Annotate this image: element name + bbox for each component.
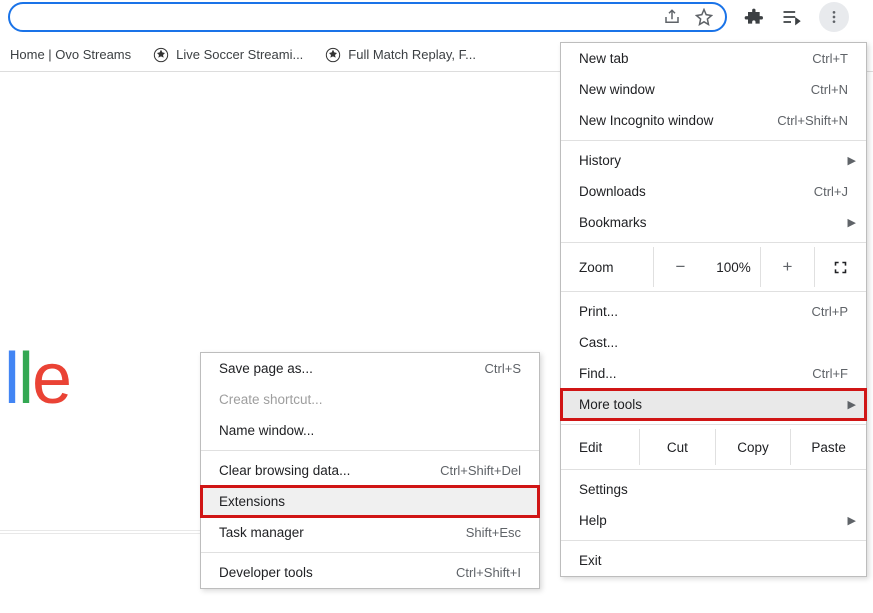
share-icon[interactable] [663,8,681,26]
menu-separator [561,242,866,243]
more-button[interactable] [819,2,849,32]
zoom-in-button[interactable]: + [760,247,814,287]
copy-button[interactable]: Copy [715,429,791,465]
menu-new-window[interactable]: New windowCtrl+N [561,74,866,105]
menu-help[interactable]: Help▶ [561,505,866,536]
bookmark-item[interactable]: Home | Ovo Streams [10,47,131,62]
more-tools-submenu: Save page as...Ctrl+S Create shortcut...… [200,352,540,589]
chevron-right-icon: ▶ [848,216,856,229]
separator [0,530,200,534]
chevron-right-icon: ▶ [848,398,856,411]
menu-history[interactable]: History▶ [561,145,866,176]
submenu-create-shortcut: Create shortcut... [201,384,539,415]
submenu-name-window[interactable]: Name window... [201,415,539,446]
menu-separator [561,424,866,425]
menu-edit-row: Edit Cut Copy Paste [561,429,866,465]
bookmark-item[interactable]: Live Soccer Streami... [153,47,303,63]
menu-cast[interactable]: Cast... [561,327,866,358]
toolbar-icons [727,2,865,32]
menu-find[interactable]: Find...Ctrl+F [561,358,866,389]
cut-button[interactable]: Cut [639,429,715,465]
menu-separator [561,291,866,292]
chrome-main-menu: New tabCtrl+T New windowCtrl+N New Incog… [560,42,867,577]
menu-exit[interactable]: Exit [561,545,866,576]
omnibox-row [0,0,873,34]
menu-separator [201,450,539,451]
submenu-extensions[interactable]: Extensions [201,486,539,517]
bookmark-item[interactable]: Full Match Replay, F... [325,47,476,63]
zoom-percent: 100% [707,247,760,287]
zoom-label: Zoom [561,260,653,275]
submenu-save-page[interactable]: Save page as...Ctrl+S [201,353,539,384]
menu-downloads[interactable]: DownloadsCtrl+J [561,176,866,207]
menu-incognito[interactable]: New Incognito windowCtrl+Shift+N [561,105,866,136]
menu-settings[interactable]: Settings [561,474,866,505]
chevron-right-icon: ▶ [848,154,856,167]
star-icon[interactable] [695,8,713,26]
soccer-icon [325,47,341,63]
menu-print[interactable]: Print...Ctrl+P [561,296,866,327]
submenu-task-manager[interactable]: Task managerShift+Esc [201,517,539,548]
menu-more-tools[interactable]: More tools▶ [561,389,866,420]
chevron-right-icon: ▶ [848,514,856,527]
menu-separator [561,540,866,541]
menu-bookmarks[interactable]: Bookmarks▶ [561,207,866,238]
menu-new-tab[interactable]: New tabCtrl+T [561,43,866,74]
menu-separator [201,552,539,553]
omnibox[interactable] [8,2,727,32]
media-control-icon[interactable] [781,7,801,27]
edit-label: Edit [561,440,639,455]
menu-separator [561,140,866,141]
zoom-out-button[interactable]: − [653,247,707,287]
bookmark-label: Home | Ovo Streams [10,47,131,62]
bookmark-label: Live Soccer Streami... [176,47,303,62]
submenu-developer-tools[interactable]: Developer toolsCtrl+Shift+I [201,557,539,588]
paste-button[interactable]: Paste [790,429,866,465]
menu-zoom-row: Zoom − 100% + [561,247,866,287]
google-logo-partial: lle [4,338,70,420]
fullscreen-button[interactable] [814,247,866,287]
submenu-clear-data[interactable]: Clear browsing data...Ctrl+Shift+Del [201,455,539,486]
soccer-icon [153,47,169,63]
bookmark-label: Full Match Replay, F... [348,47,476,62]
extensions-icon[interactable] [743,7,763,27]
menu-separator [561,469,866,470]
